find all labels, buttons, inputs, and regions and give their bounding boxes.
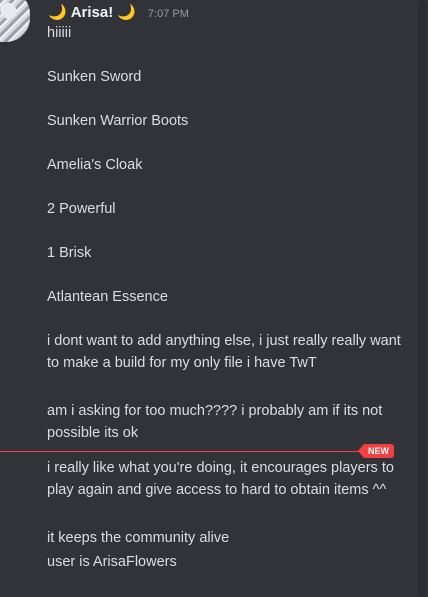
message-text: am i asking for too much???? i probably … xyxy=(47,403,383,441)
moon-emoji-right: 🌙 xyxy=(117,3,136,21)
new-messages-divider xyxy=(0,451,394,452)
message-text: hiiiii xyxy=(47,25,72,41)
message-text: user is ArisaFlowers xyxy=(47,554,177,570)
message-text: Amelia's Cloak xyxy=(47,157,143,173)
message-text: 1 Brisk xyxy=(47,245,92,261)
message-text: 2 Powerful xyxy=(47,201,116,217)
username[interactable]: Arisa! xyxy=(71,2,114,24)
moon-emoji-left: 🌙 xyxy=(48,3,67,21)
message-text: it keeps the community alive xyxy=(47,530,230,546)
message-text: Atlantean Essence xyxy=(47,289,168,305)
message-text: Sunken Sword xyxy=(47,69,142,85)
user-avatar[interactable] xyxy=(0,0,30,42)
message-header: 🌙 Arisa! 🌙 7:07 PM xyxy=(48,1,189,23)
message-text: i dont want to add anything else, i just… xyxy=(47,333,401,371)
message-text: Sunken Warrior Boots xyxy=(47,113,189,129)
new-badge: NEW xyxy=(358,444,394,458)
scrollbar-track[interactable] xyxy=(418,0,426,597)
message-text: i really like what you're doing, it enco… xyxy=(47,460,394,498)
